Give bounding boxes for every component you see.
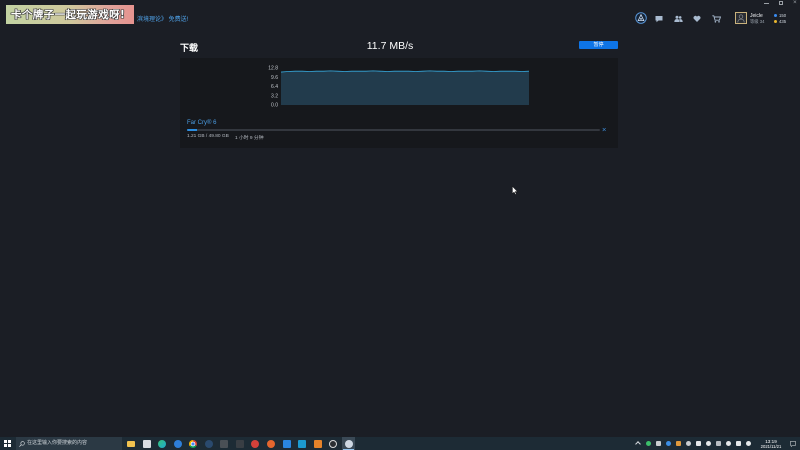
search-icon <box>19 440 25 447</box>
chat-icon[interactable] <box>655 15 663 23</box>
windows-logo-icon <box>4 440 7 443</box>
taskbar-app-button[interactable] <box>171 437 184 450</box>
avatar[interactable] <box>735 12 747 24</box>
y-tick-label: 12.8 <box>268 66 278 72</box>
clock-time: 13:19 <box>765 438 777 444</box>
restore-icon[interactable] <box>779 1 783 6</box>
download-time-remaining: 1 小时 9 分钟 <box>235 136 264 141</box>
obs-icon <box>329 439 338 448</box>
chrome-icon <box>189 439 198 448</box>
tray-app-icon[interactable] <box>676 441 681 446</box>
app-icon <box>266 439 275 448</box>
wishlist-heart-icon[interactable] <box>693 15 701 23</box>
taskbar-app-button[interactable] <box>218 437 231 450</box>
notification-icon <box>790 440 796 447</box>
app-icon <box>298 439 307 448</box>
file-explorer-icon <box>127 440 135 447</box>
cancel-download-icon[interactable]: × <box>602 126 606 134</box>
coins-icon <box>774 19 777 23</box>
taskbar-app-button[interactable] <box>187 437 200 450</box>
windows-taskbar: 在这里输入你要搜索的内容 13:19 2021/11/21 <box>0 437 800 450</box>
network-icon[interactable] <box>726 441 731 446</box>
mouse-cursor-icon <box>512 186 518 195</box>
friends-icon[interactable] <box>674 15 683 23</box>
system-tray <box>632 437 758 450</box>
download-progress-bar <box>187 129 600 131</box>
taskbar-search-box[interactable]: 在这里输入你要搜索的内容 <box>16 437 122 450</box>
taskbar-app-button[interactable] <box>233 437 246 450</box>
tray-app-icon[interactable] <box>666 441 671 446</box>
minimize-icon[interactable] <box>764 2 769 4</box>
promo-banner[interactable]: 卡个牌子一起玩游戏呀! <box>6 5 134 24</box>
taskbar-app-button[interactable] <box>249 437 262 450</box>
tray-app-icon[interactable] <box>656 441 661 446</box>
y-tick-label: 9.6 <box>271 75 278 81</box>
y-tick-label: 6.4 <box>271 84 278 90</box>
taskbar-app-button[interactable] <box>156 437 169 450</box>
close-icon[interactable]: × <box>793 0 797 7</box>
clock-date: 2021/11/21 <box>760 444 782 449</box>
taskbar-app-button[interactable] <box>311 437 324 450</box>
tray-app-icon[interactable] <box>646 441 651 446</box>
start-button[interactable] <box>2 437 13 450</box>
taskbar-app-button[interactable] <box>140 437 153 450</box>
tray-app-icon[interactable] <box>706 441 711 446</box>
taskbar-app-button[interactable] <box>125 437 138 450</box>
store-icon <box>142 439 151 448</box>
user-level: 等级 34 <box>750 19 765 24</box>
promo-link[interactable]: 滨境理论》 免费送! <box>137 14 188 23</box>
taskbar-app-button[interactable] <box>296 437 309 450</box>
ubisoft-logo-icon[interactable] <box>635 12 647 24</box>
y-tick-label: 3.2 <box>271 93 278 99</box>
download-speed: 11.7 MB/s <box>366 39 414 52</box>
user-silhouette-icon <box>737 14 745 23</box>
tray-app-icon[interactable] <box>686 441 691 446</box>
promo-banner-text: 卡个牌子一起玩游戏呀! <box>11 9 126 21</box>
taskbar-app-button[interactable] <box>327 437 340 450</box>
download-progress-fill <box>187 129 197 131</box>
edge-icon <box>158 439 167 448</box>
app-icon <box>282 439 291 448</box>
taskbar-app-button[interactable] <box>280 437 293 450</box>
ubisoft-connect-icon <box>344 439 353 448</box>
pause-button[interactable]: 暂停 <box>579 41 618 49</box>
y-tick-label: 0.0 <box>271 103 278 109</box>
taskbar-app-button[interactable] <box>264 437 277 450</box>
cart-icon[interactable] <box>712 14 721 23</box>
steam-icon <box>204 439 213 448</box>
speed-area <box>281 70 529 105</box>
tray-app-icon[interactable] <box>696 441 701 446</box>
search-placeholder: 在这里输入你要搜索的内容 <box>27 440 88 446</box>
coins-balance: 435 <box>779 18 787 24</box>
input-method-icon[interactable] <box>746 441 751 446</box>
windows-logo-icon <box>7 443 11 447</box>
taskbar-app-button[interactable] <box>342 437 356 450</box>
download-size-progress: 1.21 GB / 49.80 GB <box>187 134 229 139</box>
app-icon <box>313 439 322 448</box>
taskbar-pinned-apps <box>123 437 363 450</box>
user-name[interactable]: Jeicle <box>750 13 763 19</box>
tray-app-icon[interactable] <box>716 441 721 446</box>
download-speed-chart: 12.8 9.6 6.4 3.2 0.0 <box>268 66 530 109</box>
page-title: 下载 <box>180 42 199 53</box>
units-coin-icon <box>774 13 777 17</box>
game-title[interactable]: Far Cry® 6 <box>187 120 216 126</box>
notification-center-button[interactable] <box>788 437 798 450</box>
chevron-up-icon[interactable] <box>635 441 641 447</box>
units-balance: 150 <box>779 12 787 18</box>
volume-icon[interactable] <box>736 441 741 446</box>
windows-logo-icon <box>4 443 7 447</box>
app-icon <box>220 439 229 448</box>
app-icon <box>235 439 244 448</box>
browser-icon <box>173 439 182 448</box>
taskbar-clock[interactable]: 13:19 2021/11/21 <box>758 437 784 450</box>
netease-music-icon <box>251 439 260 448</box>
windows-logo-icon <box>7 440 11 443</box>
taskbar-app-button[interactable] <box>202 437 215 450</box>
